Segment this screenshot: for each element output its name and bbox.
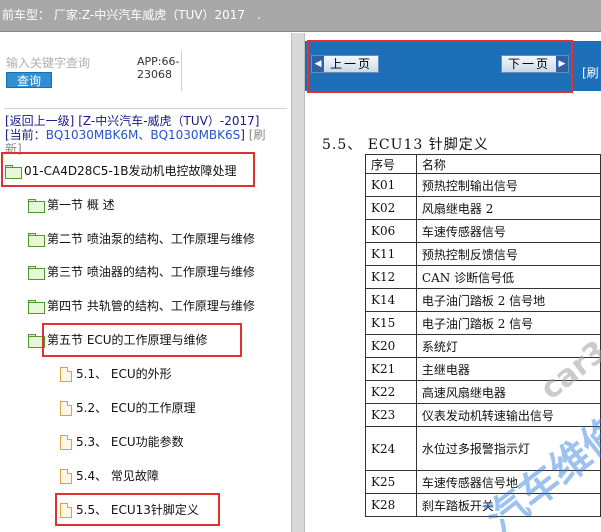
table-row: K21 主继电器 bbox=[365, 357, 601, 381]
tree-item-label: 第一节 概 述 bbox=[47, 198, 115, 212]
pin-name: 风扇继电器 2 bbox=[415, 196, 601, 220]
pin-code: K15 bbox=[365, 311, 417, 335]
panel-splitter[interactable] bbox=[291, 33, 305, 532]
content-panel: ◀ 上一页 下一页 ▶ [刷 5.5、 ECU13 针脚定义 序号 名称 K01… bbox=[305, 33, 601, 532]
pin-code: K14 bbox=[365, 288, 417, 312]
table-row: K20 系统灯 bbox=[365, 334, 601, 358]
tree-item-label: 5.1、 ECU的外形 bbox=[76, 367, 172, 381]
tree-item-doc-5-1[interactable]: 5.1、 ECU的外形 bbox=[60, 366, 172, 382]
pin-code: K02 bbox=[365, 196, 417, 220]
tree-item-label: 5.3、 ECU功能参数 bbox=[76, 435, 184, 449]
highlight-box-navigation bbox=[307, 40, 573, 93]
pin-name: 预热控制输出信号 bbox=[415, 173, 601, 197]
current-end: ] bbox=[240, 128, 245, 142]
breadcrumb: [返回上一级] [Z-中兴汽车-威虎（TUV）-2017] bbox=[5, 114, 259, 128]
pin-code: K22 bbox=[365, 380, 417, 404]
tree-item-section-1[interactable]: 第一节 概 述 bbox=[28, 197, 115, 213]
tree-item-label: 第三节 喷油器的结构、工作原理与维修 bbox=[47, 265, 255, 279]
column-header-name: 名称 bbox=[415, 154, 601, 174]
highlight-box-chapter bbox=[1, 152, 255, 187]
table-row: K11 预热控制反馈信号 bbox=[365, 242, 601, 266]
tree-item-section-3[interactable]: 第三节 喷油器的结构、工作原理与维修 bbox=[28, 264, 255, 280]
document-icon bbox=[60, 434, 72, 450]
folder-icon bbox=[28, 266, 45, 280]
document-icon bbox=[60, 366, 72, 382]
current-models: [当前：BQ1030MBK6M、BQ1030MBK6S] [刷 bbox=[5, 128, 265, 142]
breadcrumb-path: [Z-中兴汽车-威虎（TUV）-2017] bbox=[78, 114, 260, 128]
document-icon bbox=[60, 400, 72, 416]
search-input[interactable]: 输入关键字查询 bbox=[6, 55, 90, 71]
tree-item-label: 5.4、 常见故障 bbox=[76, 469, 159, 483]
left-navigation-panel: 输入关键字查询 查询 APP:66- 23068 [返回上一级] [Z-中兴汽车… bbox=[0, 33, 291, 532]
pin-code: K21 bbox=[365, 357, 417, 381]
pin-code: K11 bbox=[365, 242, 417, 266]
title-trailing: . bbox=[257, 8, 261, 22]
refresh-link-part1[interactable]: [刷 bbox=[249, 128, 266, 142]
column-header-number: 序号 bbox=[365, 154, 417, 174]
table-row: K25 车速传感器信号地 bbox=[365, 470, 601, 494]
tree-item-doc-5-3[interactable]: 5.3、 ECU功能参数 bbox=[60, 434, 184, 450]
refresh-link[interactable]: [刷 bbox=[582, 64, 599, 81]
pin-code: K20 bbox=[365, 334, 417, 358]
highlight-box-section-5 bbox=[42, 323, 242, 357]
current-model-list: BQ1030MBK6M、BQ1030MBK6S bbox=[45, 128, 241, 142]
table-row: K22 高速风扇继电器 bbox=[365, 380, 601, 404]
pin-name: 车速传感器信号地 bbox=[415, 470, 601, 494]
table-header-row: 序号 名称 bbox=[365, 154, 601, 174]
pin-definition-table: 序号 名称 K01 预热控制输出信号 K02 风扇继电器 2 K06 车速传感器信号 … bbox=[365, 154, 601, 517]
tree-item-section-4[interactable]: 第四节 共轨管的结构、工作原理与维修 bbox=[28, 298, 255, 314]
tree-item-doc-5-2[interactable]: 5.2、 ECU的工作原理 bbox=[60, 400, 196, 416]
table-row: K24 水位过多报警指示灯 bbox=[365, 426, 601, 471]
vehicle-title: 前车型： 厂家:Z-中兴汽车威虎（TUV）2017 bbox=[2, 8, 246, 22]
search-button[interactable]: 查询 bbox=[6, 72, 52, 88]
table-row: K12 CAN 诊断信号低 bbox=[365, 265, 601, 289]
table-row: K15 电子油门踏板 2 信号 bbox=[365, 311, 601, 335]
table-row: K01 预热控制输出信号 bbox=[365, 173, 601, 197]
folder-icon bbox=[28, 233, 45, 247]
folder-icon bbox=[28, 334, 45, 348]
table-row: K28 刹车踏板开关 bbox=[365, 493, 601, 517]
pin-name: 预热控制反馈信号 bbox=[415, 242, 601, 266]
pin-name: 主继电器 bbox=[415, 357, 601, 381]
pin-code: K01 bbox=[365, 173, 417, 197]
pin-name: 高速风扇继电器 bbox=[415, 380, 601, 404]
tree-item-label: 第四节 共轨管的结构、工作原理与维修 bbox=[47, 299, 255, 313]
section-divider bbox=[4, 108, 287, 109]
table-row: K02 风扇继电器 2 bbox=[365, 196, 601, 220]
pin-name: 电子油门踏板 2 信号 bbox=[415, 311, 601, 335]
table-row: K23 仪表发动机转速输出信号 bbox=[365, 403, 601, 427]
pin-code: K25 bbox=[365, 470, 417, 494]
table-row: K14 电子油门踏板 2 信号地 bbox=[365, 288, 601, 312]
pin-name: 刹车踏板开关 bbox=[415, 493, 601, 517]
table-row: K06 车速传感器信号 bbox=[365, 219, 601, 243]
pin-code: K24 bbox=[365, 426, 417, 471]
current-label: [当前： bbox=[5, 128, 46, 142]
pin-name: 车速传感器信号 bbox=[415, 219, 601, 243]
pin-name: 系统灯 bbox=[415, 334, 601, 358]
pin-name: 电子油门踏板 2 信号地 bbox=[415, 288, 601, 312]
folder-icon bbox=[28, 300, 45, 314]
header-divider bbox=[181, 51, 182, 91]
pin-code: K12 bbox=[365, 265, 417, 289]
app-code: APP:66- 23068 bbox=[137, 55, 180, 81]
tree-item-section-2[interactable]: 第二节 喷油泵的结构、工作原理与维修 bbox=[28, 231, 255, 247]
pin-name: 水位过多报警指示灯 bbox=[415, 426, 601, 471]
highlight-box-doc-5-5 bbox=[55, 493, 220, 526]
folder-icon bbox=[28, 199, 45, 213]
tree-item-doc-5-4[interactable]: 5.4、 常见故障 bbox=[60, 468, 159, 484]
window-title-bar: 前车型： 厂家:Z-中兴汽车威虎（TUV）2017. bbox=[0, 0, 601, 32]
tree-item-label: 5.2、 ECU的工作原理 bbox=[76, 401, 196, 415]
page-title: 5.5、 ECU13 针脚定义 bbox=[322, 137, 489, 153]
pin-code: K28 bbox=[365, 493, 417, 517]
pin-code: K23 bbox=[365, 403, 417, 427]
document-icon bbox=[60, 468, 72, 484]
pin-name: 仪表发动机转速输出信号 bbox=[415, 403, 601, 427]
tree-item-label: 第二节 喷油泵的结构、工作原理与维修 bbox=[47, 232, 255, 246]
back-link[interactable]: [返回上一级] bbox=[5, 114, 74, 128]
pin-code: K06 bbox=[365, 219, 417, 243]
pin-name: CAN 诊断信号低 bbox=[415, 265, 601, 289]
